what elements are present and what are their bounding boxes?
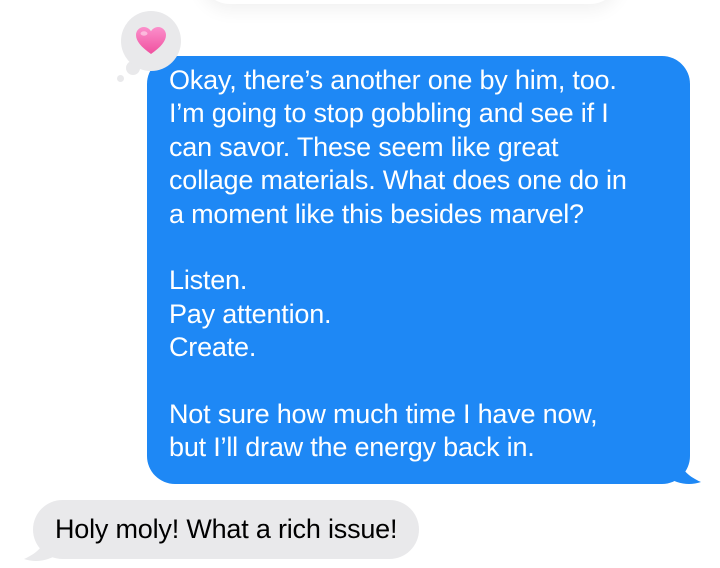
sent-message-paragraph: Listen. Pay attention. Create. [169, 265, 332, 363]
tapback-tail-dot-small [117, 75, 124, 82]
message-thread: Okay, there’s another one by him, too. I… [0, 0, 720, 568]
heart-tapback-reaction[interactable] [121, 11, 181, 71]
sent-message-bubble[interactable]: Okay, there’s another one by him, too. I… [147, 56, 690, 484]
sent-message-paragraph: Not sure how much time I have now, but I… [169, 399, 598, 463]
previous-message-edge [200, 0, 620, 4]
received-message-text: Holy moly! What a rich issue! [55, 514, 398, 544]
sent-message-paragraph: Okay, there’s another one by him, too. I… [169, 65, 627, 229]
heart-icon [135, 26, 167, 56]
sent-bubble-tail [665, 448, 701, 484]
received-message-bubble[interactable]: Holy moly! What a rich issue! [33, 500, 420, 559]
